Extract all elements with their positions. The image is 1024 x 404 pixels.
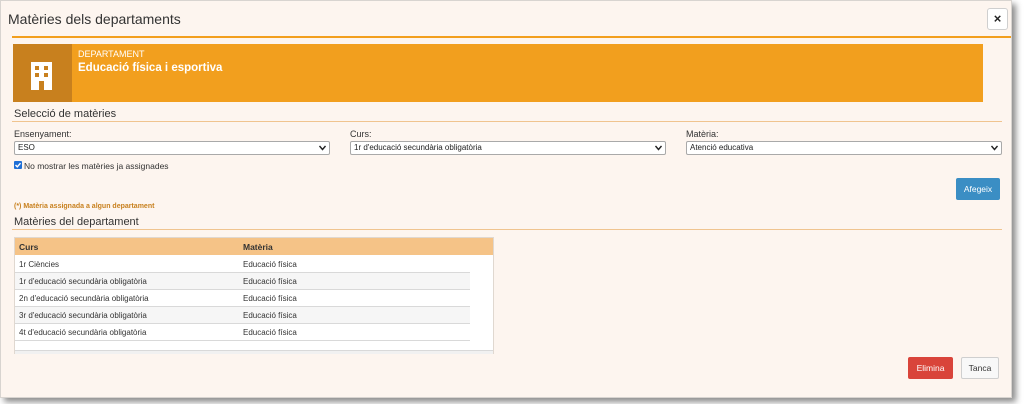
table-scrollbar[interactable] — [15, 350, 493, 354]
table-row[interactable]: 1r Ciències Educació física — [15, 256, 470, 273]
chevron-down-icon — [991, 145, 998, 151]
cell-materia: Educació física — [243, 277, 297, 286]
table-section-divider — [12, 229, 1002, 230]
column-header-materia[interactable]: Matèria — [243, 242, 273, 252]
table-row[interactable]: 4t d'educació secundària obligatòria Edu… — [15, 324, 470, 341]
cell-curs: 4t d'educació secundària obligatòria — [19, 328, 147, 337]
modal-dialog: Matèries dels departaments × DEPARTAMENT… — [0, 0, 1012, 398]
hide-assigned-label[interactable]: No mostrar les matèries ja assignades — [24, 161, 169, 171]
cell-curs: 2n d'educació secundària obligatòria — [19, 294, 149, 303]
close-button[interactable]: × — [987, 8, 1008, 30]
cell-materia: Educació física — [243, 328, 297, 337]
curs-select[interactable]: 1r d'educació secundària obligatòria — [350, 141, 666, 155]
hide-assigned-checkbox[interactable] — [14, 161, 22, 169]
checkmark-icon — [15, 162, 22, 168]
ensenyament-value: ESO — [18, 143, 35, 152]
table-section-title: Matèries del departament — [14, 216, 139, 228]
table-header-row: Curs Matèria — [15, 238, 493, 255]
table-row[interactable]: 1r d'educació secundària obligatòria Edu… — [15, 273, 470, 290]
materia-label: Matèria: — [686, 129, 719, 139]
materia-select[interactable]: Atenció educativa — [686, 141, 1002, 155]
chevron-down-icon — [319, 145, 326, 151]
cell-materia: Educació física — [243, 311, 297, 320]
table-row[interactable]: 3r d'educació secundària obligatòria Edu… — [15, 307, 470, 324]
selection-section-title: Selecció de matèries — [14, 108, 117, 120]
curs-value: 1r d'educació secundària obligatòria — [354, 143, 482, 152]
assigned-note: (*) Matèria assignada a algun departamen… — [14, 203, 155, 210]
materia-value: Atenció educativa — [690, 143, 754, 152]
department-name: Educació física i esportiva — [78, 62, 223, 74]
cancel-button[interactable]: Tanca — [961, 357, 999, 379]
delete-button[interactable]: Elimina — [908, 357, 953, 379]
table-row[interactable]: 2n d'educació secundària obligatòria Edu… — [15, 290, 470, 307]
column-header-curs[interactable]: Curs — [19, 242, 38, 252]
ensenyament-label: Ensenyament: — [14, 129, 72, 139]
modal-title: Matèries dels departaments — [8, 11, 181, 27]
cell-materia: Educació física — [243, 294, 297, 303]
department-icon-box — [13, 44, 72, 102]
chevron-down-icon — [655, 145, 662, 151]
department-banner: DEPARTAMENT Educació física i esportiva — [13, 44, 983, 102]
department-label: DEPARTAMENT — [78, 49, 145, 59]
cell-curs: 1r d'educació secundària obligatòria — [19, 277, 147, 286]
curs-label: Curs: — [350, 129, 372, 139]
cell-curs: 3r d'educació secundària obligatòria — [19, 311, 147, 320]
selection-section-divider — [12, 121, 1002, 122]
add-button[interactable]: Afegeix — [956, 178, 1000, 200]
subjects-table: Curs Matèria 1r Ciències Educació física… — [14, 237, 494, 354]
cell-curs: 1r Ciències — [19, 260, 60, 269]
header-divider — [12, 36, 1011, 38]
cell-materia: Educació física — [243, 260, 297, 269]
building-icon — [31, 62, 52, 90]
ensenyament-select[interactable]: ESO — [14, 141, 330, 155]
